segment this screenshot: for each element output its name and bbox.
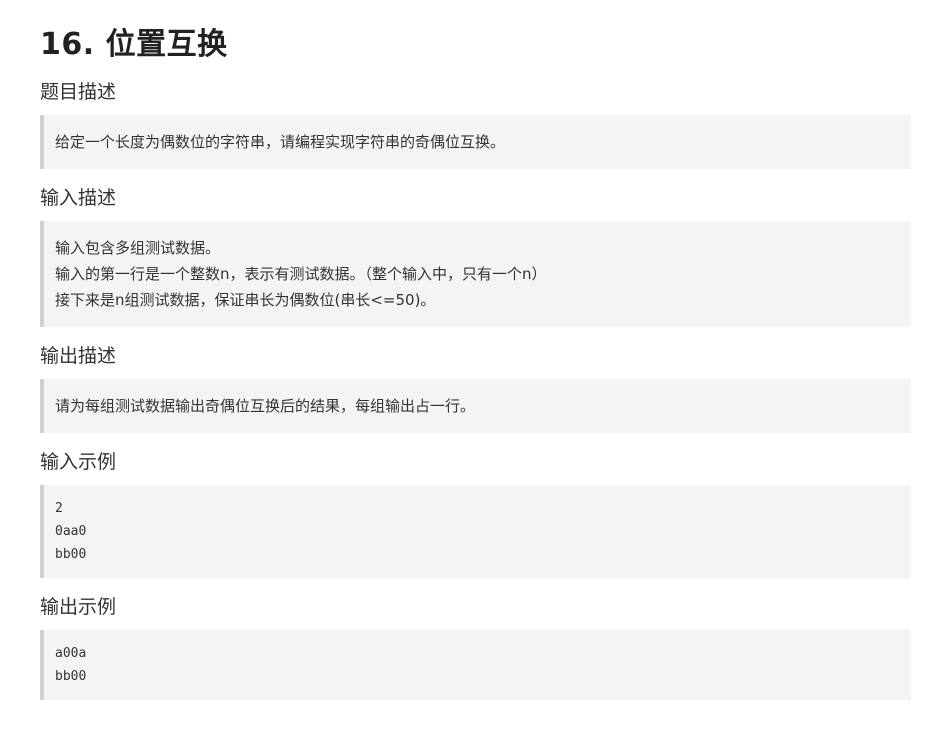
output-description-block: 请为每组测试数据输出奇偶位互换后的结果，每组输出占一行。: [40, 379, 911, 433]
section-heading-sample-input: 输入示例: [40, 451, 117, 473]
input-description-line: 输入的第一行是一个整数n，表示有测试数据。（整个输入中，只有一个n）: [55, 265, 547, 283]
problem-page: 16. 位置互换 题目描述 给定一个长度为偶数位的字符串，请编程实现字符串的奇偶…: [0, 0, 937, 700]
sample-output-line: bb00: [55, 669, 87, 684]
input-description-line: 接下来是n组测试数据，保证串长为偶数位(串长<=50)。: [55, 291, 436, 309]
sample-input-block: 2 0aa0 bb00: [40, 485, 911, 578]
description-text: 给定一个长度为偶数位的字符串，请编程实现字符串的奇偶位互换。: [55, 133, 506, 151]
section-heading-output-description: 输出描述: [40, 345, 117, 367]
sample-input-line: 0aa0: [55, 524, 87, 539]
page-title: 16. 位置互换: [40, 27, 228, 62]
input-description-line: 输入包含多组测试数据。: [55, 239, 221, 257]
section-heading-input-description: 输入描述: [40, 187, 117, 209]
sample-input-line: bb00: [55, 547, 87, 562]
output-description-text: 请为每组测试数据输出奇偶位互换后的结果，每组输出占一行。: [55, 397, 476, 415]
section-heading-description: 题目描述: [40, 81, 117, 103]
section-heading-sample-output: 输出示例: [40, 596, 117, 618]
sample-output-line: a00a: [55, 646, 87, 661]
sample-input-line: 2: [55, 501, 63, 516]
input-description-block: 输入包含多组测试数据。 输入的第一行是一个整数n，表示有测试数据。（整个输入中，…: [40, 221, 911, 327]
description-block: 给定一个长度为偶数位的字符串，请编程实现字符串的奇偶位互换。: [40, 115, 911, 169]
sample-output-block: a00a bb00: [40, 630, 911, 700]
